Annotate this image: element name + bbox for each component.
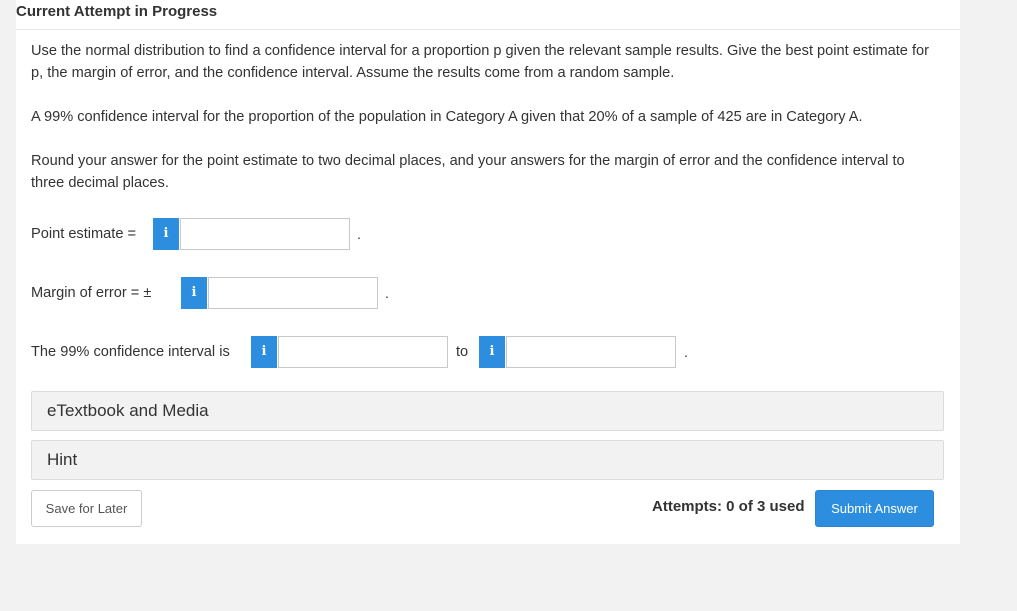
etextbook-label: eTextbook and Media: [47, 401, 209, 420]
margin-of-error-label: Margin of error = ±: [31, 285, 152, 301]
point-estimate-info-icon[interactable]: i: [153, 218, 179, 250]
etextbook-panel[interactable]: eTextbook and Media: [31, 391, 944, 431]
point-estimate-label: Point estimate =: [31, 226, 137, 242]
point-estimate-input[interactable]: [180, 218, 350, 250]
submit-answer-button[interactable]: Submit Answer: [815, 490, 934, 527]
interval-high-info-icon[interactable]: i: [479, 336, 505, 368]
period: .: [385, 285, 389, 301]
to-label: to: [456, 344, 469, 360]
header: Current Attempt in Progress: [16, 0, 960, 30]
confidence-interval-label: The 99% confidence interval is: [31, 344, 230, 360]
margin-of-error-info-icon[interactable]: i: [181, 277, 207, 309]
save-for-later-button[interactable]: Save for Later: [31, 490, 142, 527]
question-problem: A 99% confidence interval for the propor…: [31, 109, 863, 125]
page-title: Current Attempt in Progress: [16, 3, 218, 20]
period: .: [684, 344, 688, 360]
hint-panel[interactable]: Hint: [31, 440, 944, 480]
hint-label: Hint: [47, 450, 78, 469]
attempts-counter: Attempts: 0 of 3 used: [652, 498, 805, 515]
question-intro: Use the normal distribution to find a co…: [31, 43, 929, 81]
period: .: [357, 226, 361, 242]
interval-low-info-icon[interactable]: i: [251, 336, 277, 368]
interval-low-input[interactable]: [278, 336, 448, 368]
rounding-instructions: Round your answer for the point estimate…: [31, 153, 905, 191]
margin-of-error-input[interactable]: [208, 277, 378, 309]
question-card: Current Attempt in Progress Use the norm…: [16, 0, 960, 544]
interval-high-input[interactable]: [506, 336, 676, 368]
